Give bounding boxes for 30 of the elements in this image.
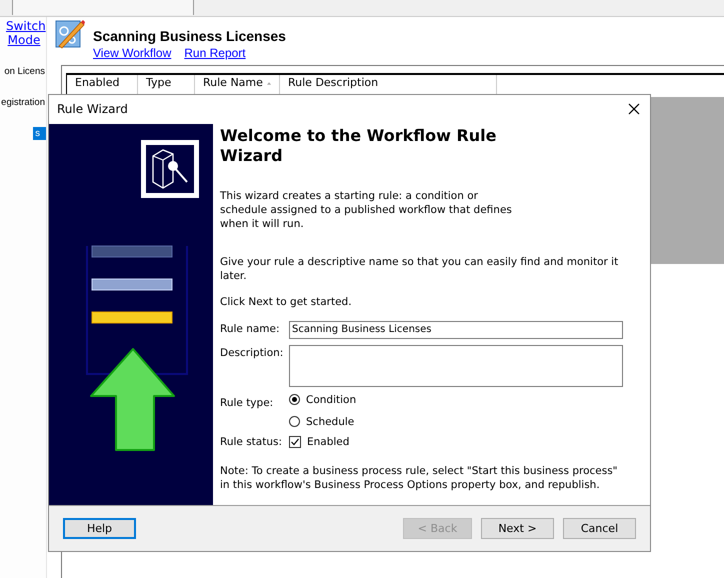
close-icon[interactable] [628,103,640,116]
start-text: Click Next to get started. [220,294,353,309]
sidebar-item[interactable]: egistration [0,96,46,109]
workflow-pencil-icon [55,19,85,49]
radio-button[interactable] [289,394,300,406]
wizard-button[interactable]: Cancel [563,518,636,539]
note-text: Note: To create a business process rule, select "Start this business process" in this workflow's Business Process Options property box, and republish. [220,464,619,492]
field-label: Rule status: [220,434,283,448]
field-label: Description: [220,346,284,359]
header-link[interactable]: View Workflow [93,46,172,60]
intro-text: This wizard creates a starting rule: a condition or schedule assigned to a published workflow that defines when it will run. [220,188,513,231]
page-title: Scanning Business Licenses [93,28,286,44]
hint-text: Give your rule a descriptive name so that you can easily find and monitor it later. [220,254,620,283]
radio-label[interactable]: Schedule [306,416,354,428]
wizard-button[interactable]: Next > [481,518,554,539]
sidebar-item[interactable]: s [33,127,46,140]
sort-arrow-icon [266,81,271,86]
field-label: Rule name: [220,322,281,335]
wizard-heading: Welcome to the Workflow Rule Wizard [220,126,498,166]
header-link[interactable]: Run Report [184,46,246,60]
field-label: Rule type: [220,396,274,409]
help-button[interactable]: Help [63,518,136,539]
checkbox[interactable] [289,436,301,448]
radio-button[interactable] [289,416,300,428]
description-field[interactable] [289,344,623,387]
rule-name-field[interactable]: Scanning Business Licenses [289,320,623,339]
radio-label[interactable]: Condition [306,394,356,406]
dialog-title: Rule Wizard [57,102,128,116]
sidebar-item[interactable]: on Licens [3,65,46,78]
checkbox-label[interactable]: Enabled [307,436,350,448]
